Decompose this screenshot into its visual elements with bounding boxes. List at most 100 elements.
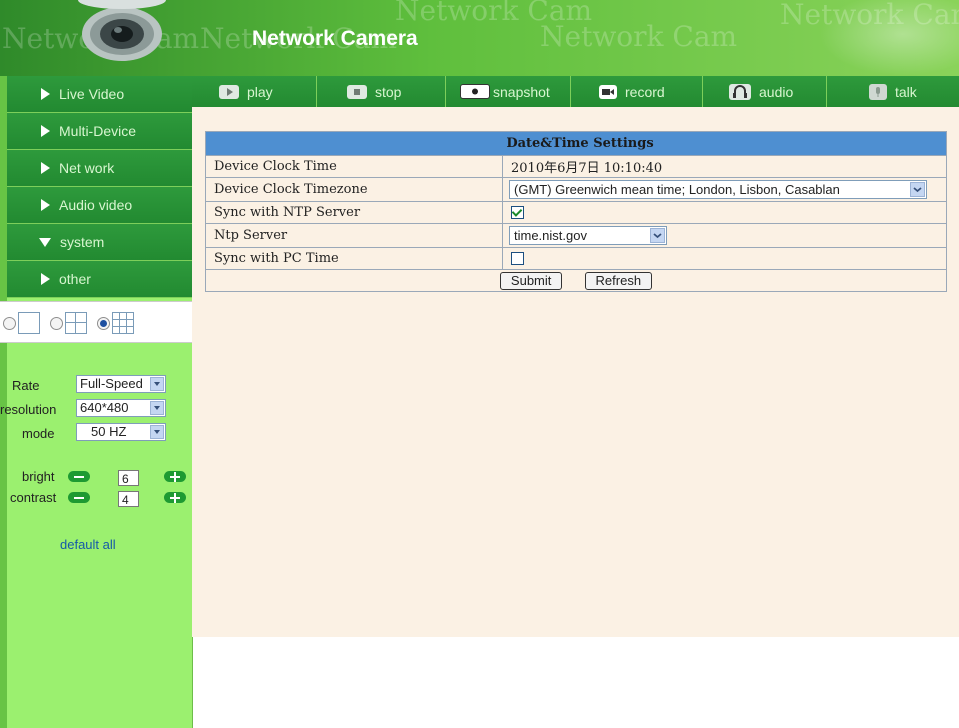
microphone-icon — [869, 83, 887, 100]
contrast-decrease-button[interactable] — [68, 492, 90, 503]
quad-view-icon — [65, 312, 87, 334]
ntp-server-select[interactable]: time.nist.gov — [509, 226, 667, 245]
triangle-right-icon — [41, 162, 50, 174]
table-row: Device Clock Time 2010年6月7日 10:10:40 — [205, 155, 947, 178]
audio-label: audio — [759, 83, 794, 100]
chevron-down-icon — [650, 228, 665, 243]
menu-item-other[interactable]: other — [7, 261, 192, 298]
triangle-right-icon — [41, 125, 50, 137]
play-button[interactable]: play — [192, 76, 317, 107]
talk-label: talk — [895, 83, 917, 100]
layout-9-radio[interactable] — [97, 317, 110, 330]
snapshot-button[interactable]: snapshot — [446, 76, 571, 107]
sync-pc-checkbox[interactable] — [511, 252, 524, 265]
layout-1-radio[interactable] — [3, 317, 16, 330]
chevron-down-icon — [150, 425, 164, 439]
sync-pc-label: Sync with PC Time — [205, 247, 503, 270]
menu-item-multi-device[interactable]: Multi-Device — [7, 113, 192, 150]
menu-item-audio-video[interactable]: Audio video — [7, 187, 192, 224]
stop-icon — [347, 84, 367, 99]
mode-value: 50 HZ — [91, 424, 127, 439]
table-row: Sync with NTP Server — [205, 201, 947, 224]
rate-value: Full-Speed — [80, 376, 143, 391]
sync-pc-cell — [502, 247, 947, 270]
headphones-icon — [729, 83, 751, 100]
snapshot-label: snapshot — [493, 83, 550, 100]
nine-view-icon — [112, 312, 134, 334]
resolution-label: resolution — [0, 402, 57, 417]
timezone-select[interactable]: (GMT) Greenwich mean time; London, Lisbo… — [509, 180, 927, 199]
nav-menu: Live Video Multi-Device Net work Audio v… — [7, 76, 192, 298]
timezone-value: (GMT) Greenwich mean time; London, Lisbo… — [514, 182, 840, 197]
stop-button[interactable]: stop — [317, 76, 446, 107]
sync-ntp-cell — [502, 201, 947, 224]
camera-icon — [460, 84, 490, 99]
triangle-right-icon — [41, 273, 50, 285]
sync-ntp-checkbox[interactable] — [511, 206, 524, 219]
video-camera-icon — [599, 84, 617, 99]
record-button[interactable]: record — [571, 76, 703, 107]
chevron-down-icon — [910, 182, 925, 197]
resolution-select[interactable]: 640*480 — [76, 399, 166, 417]
play-icon — [219, 84, 239, 99]
mode-label: mode — [22, 426, 55, 441]
audio-button[interactable]: audio — [703, 76, 827, 107]
table-row: Device Clock Timezone (GMT) Greenwich me… — [205, 177, 947, 202]
contrast-label: contrast — [10, 490, 57, 505]
menu-item-label: Net work — [59, 160, 115, 176]
bright-increase-button[interactable] — [164, 471, 186, 482]
triangle-down-icon — [39, 237, 51, 247]
bright-label: bright — [22, 469, 55, 484]
record-label: record — [625, 83, 665, 100]
submit-button[interactable]: Submit — [499, 271, 563, 290]
menu-item-label: Live Video — [59, 86, 125, 102]
rate-select[interactable]: Full-Speed — [76, 375, 166, 393]
rate-label: Rate — [12, 378, 40, 393]
player-toolbar: play stop snapshot record audio talk — [192, 76, 959, 107]
settings-heading: Date&Time Settings — [205, 131, 947, 156]
bright-value[interactable]: 6 — [118, 470, 139, 486]
play-label: play — [247, 83, 273, 100]
bright-decrease-button[interactable] — [68, 471, 90, 482]
date-time-settings-table: Date&Time Settings Device Clock Time 201… — [205, 131, 947, 292]
settings-panel: Date&Time Settings Device Clock Time 201… — [192, 107, 959, 637]
default-all-link[interactable]: default all — [60, 537, 116, 552]
ntp-server-label: Ntp Server — [205, 223, 503, 248]
sync-ntp-label: Sync with NTP Server — [205, 201, 503, 224]
timezone-label: Device Clock Timezone — [205, 177, 503, 202]
refresh-button[interactable]: Refresh — [584, 271, 653, 290]
menu-item-system[interactable]: system — [7, 224, 192, 261]
table-row: Ntp Server time.nist.gov — [205, 223, 947, 248]
ntp-server-cell: time.nist.gov — [502, 223, 947, 248]
menu-item-network[interactable]: Net work — [7, 150, 192, 187]
menu-item-label: system — [60, 234, 105, 250]
resolution-value: 640*480 — [80, 400, 129, 415]
mode-select[interactable]: 50 HZ — [76, 423, 166, 441]
menu-item-label: Audio video — [59, 197, 133, 213]
clock-time-label: Device Clock Time — [205, 155, 503, 178]
clock-time-value: 2010年6月7日 10:10:40 — [502, 155, 947, 178]
single-view-icon — [18, 312, 40, 334]
app-title: Network Camera — [252, 27, 418, 50]
header-decoration — [819, 0, 959, 76]
left-sidebar: Live Video Multi-Device Net work Audio v… — [0, 76, 193, 728]
talk-button[interactable]: talk — [827, 76, 959, 107]
table-row: Submit Refresh — [205, 269, 947, 292]
menu-item-label: other — [59, 271, 91, 287]
triangle-right-icon — [41, 199, 50, 211]
actions-cell: Submit Refresh — [205, 269, 947, 292]
triangle-right-icon — [41, 88, 50, 100]
watermark: Network Cam — [540, 20, 738, 53]
view-layout-selector — [0, 301, 192, 343]
app-header: Network Cam Network Cam Network Cam Netw… — [0, 0, 959, 76]
contrast-value[interactable]: 4 — [118, 491, 139, 507]
chevron-down-icon — [150, 401, 164, 415]
dome-camera-logo — [78, 0, 166, 61]
layout-4-radio[interactable] — [50, 317, 63, 330]
menu-item-live-video[interactable]: Live Video — [7, 76, 192, 113]
contrast-increase-button[interactable] — [164, 492, 186, 503]
table-row: Sync with PC Time — [205, 247, 947, 270]
chevron-down-icon — [150, 377, 164, 391]
stop-label: stop — [375, 83, 402, 100]
timezone-cell: (GMT) Greenwich mean time; London, Lisbo… — [502, 177, 947, 202]
